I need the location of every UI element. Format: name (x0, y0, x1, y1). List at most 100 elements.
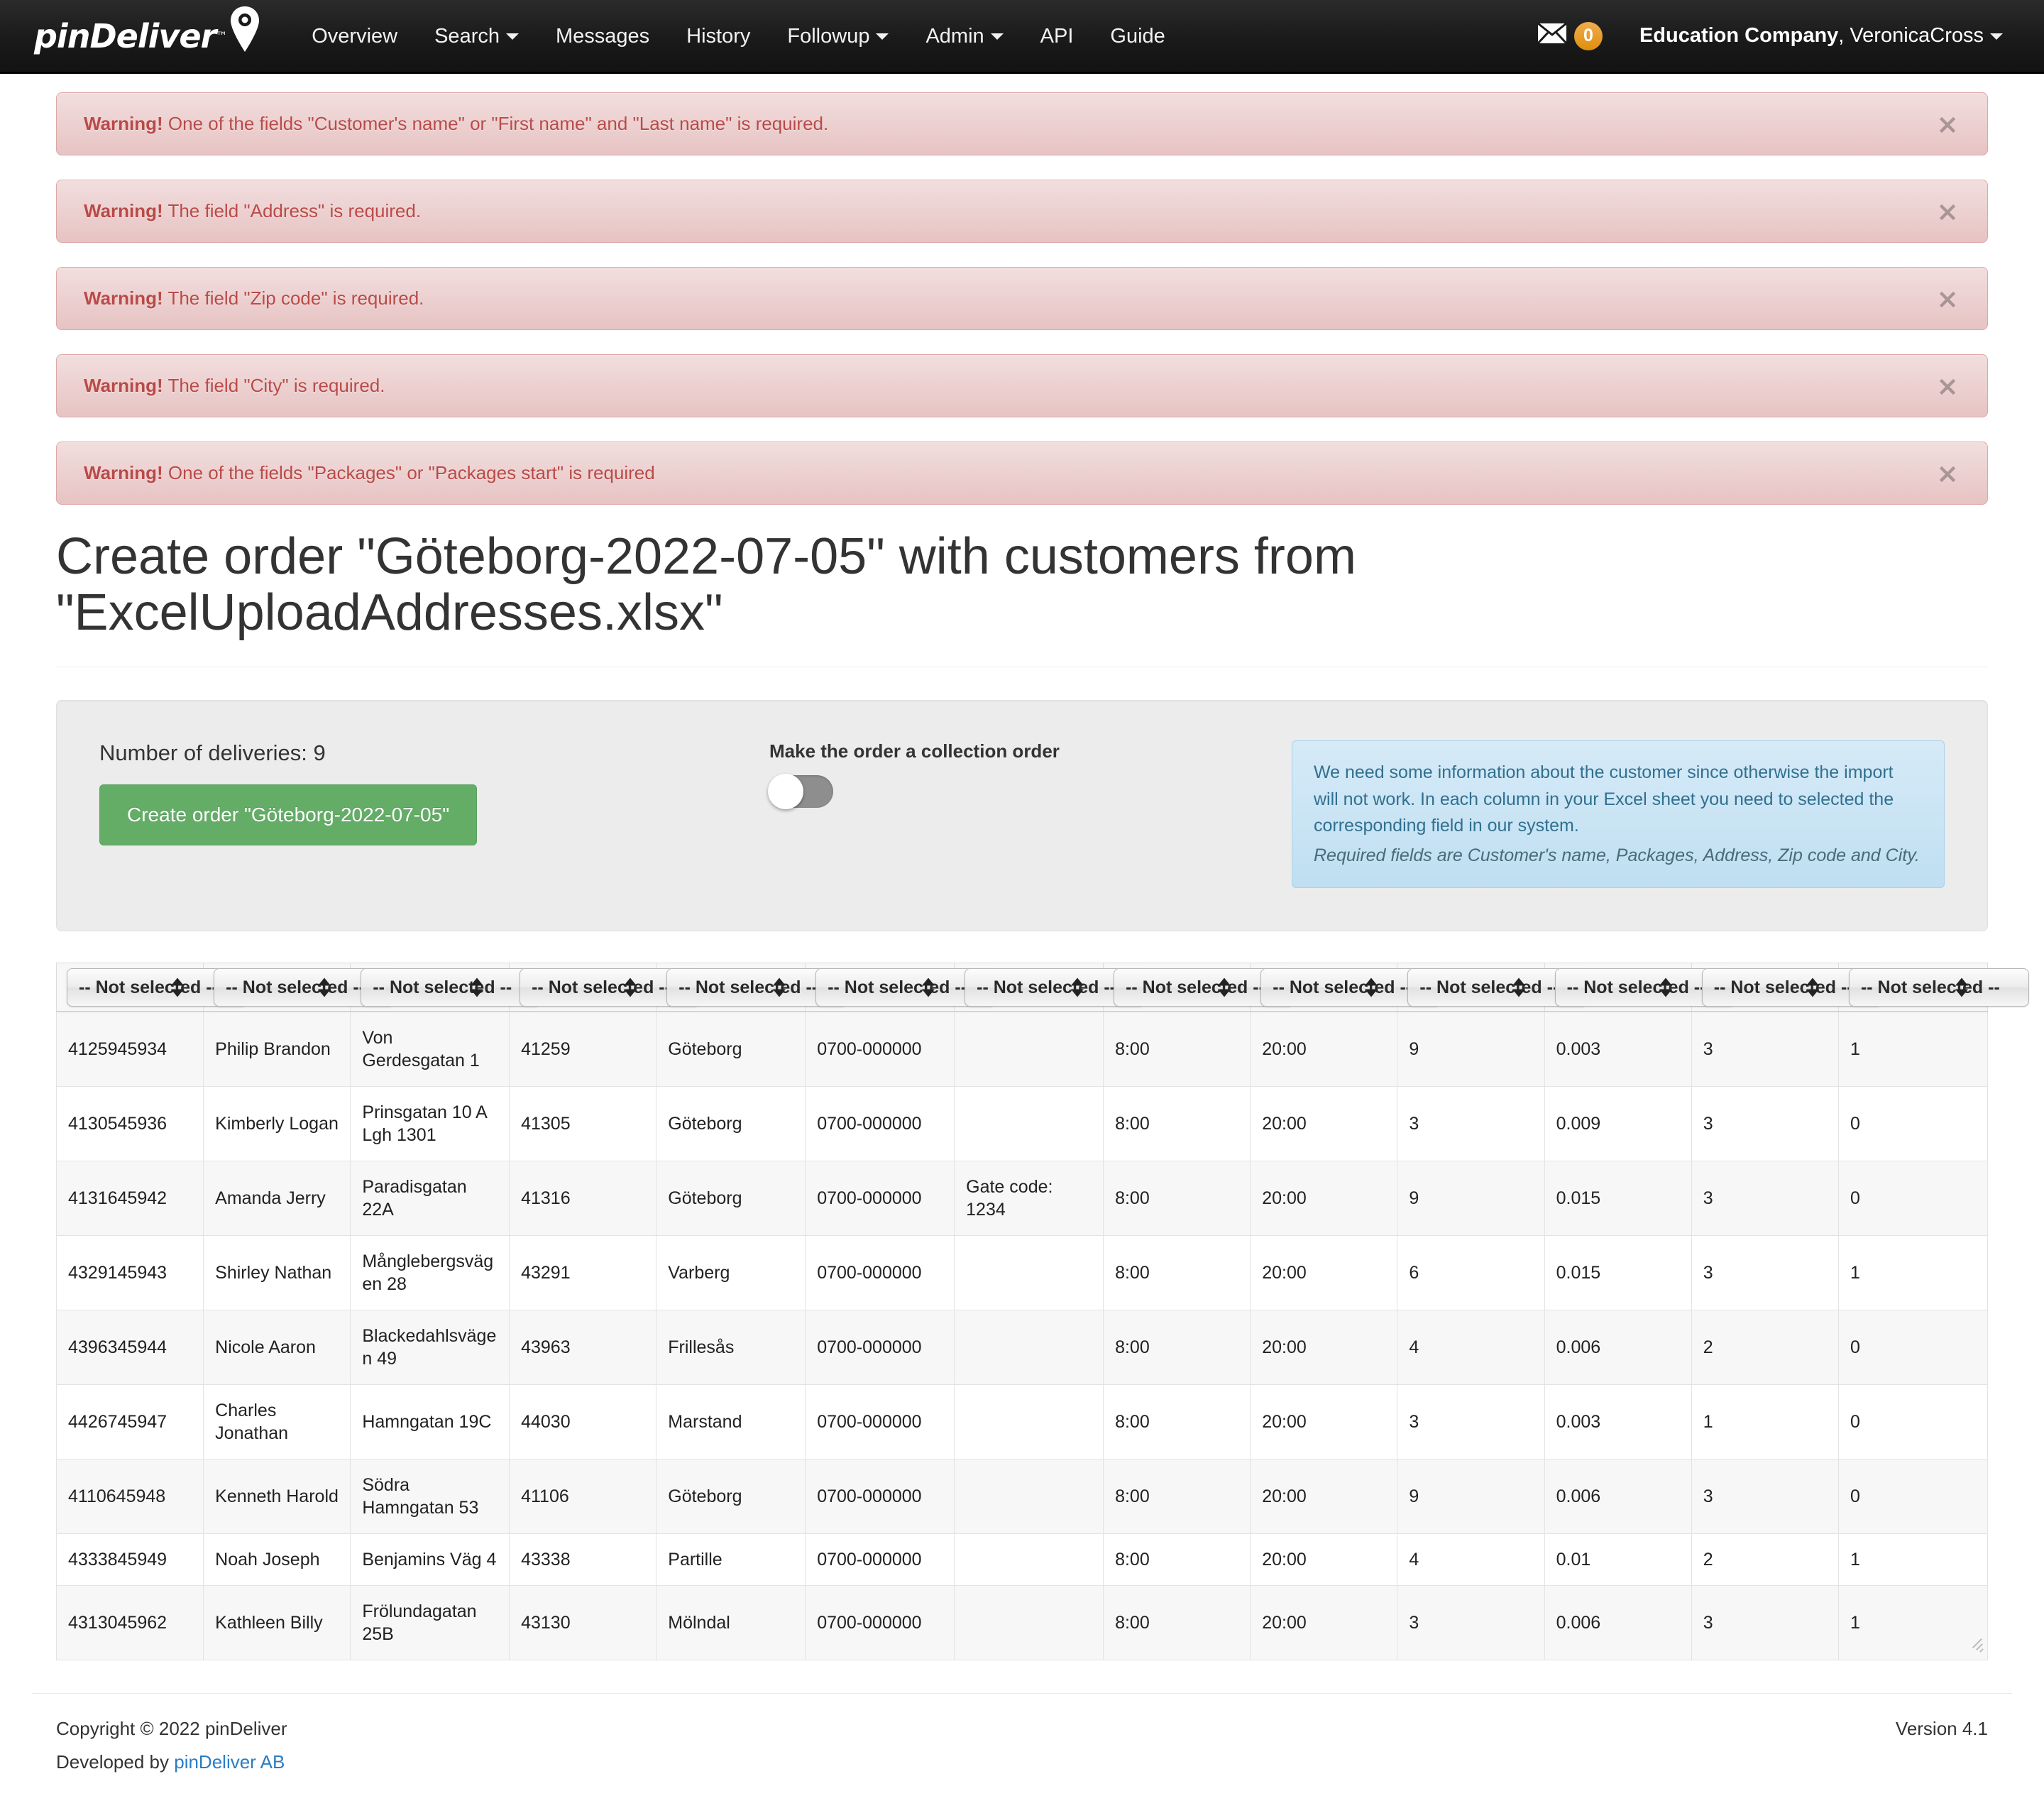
alert-strong: Warning! (84, 113, 163, 134)
map-pin-icon (229, 5, 260, 58)
alert-customer-name: Warning! One of the fields "Customer's n… (56, 92, 1988, 155)
panel-middle-column: Make the order a collection order (752, 740, 1292, 810)
navbar-right: 0 Education Company, VeronicaCross (1523, 0, 2011, 72)
nav-label: Overview (312, 24, 398, 48)
cell: Prinsgatan 10 A Lgh 1301 (350, 1086, 510, 1162)
cell: Göteborg (656, 1011, 806, 1088)
cell: 20:00 (1250, 1086, 1398, 1162)
cell (954, 1310, 1104, 1386)
alert-strong: Warning! (84, 462, 163, 483)
cell: 8:00 (1103, 1459, 1251, 1535)
collection-order-toggle[interactable] (768, 774, 833, 810)
cell: 4130545936 (55, 1086, 204, 1162)
cell: 0.015 (1544, 1161, 1692, 1237)
close-icon[interactable]: × (1936, 285, 1959, 312)
cell: Varberg (656, 1235, 806, 1311)
alert-text: One of the fields "Packages" or "Package… (163, 462, 655, 483)
cell: 0 (1837, 1086, 1989, 1162)
cell: Kimberly Logan (203, 1086, 351, 1162)
cell: Södra Hamngatan 53 (350, 1459, 510, 1535)
envelope-icon (1537, 22, 1568, 49)
alert-text: The field "Address" is required. (163, 200, 422, 221)
cell: 43338 (509, 1533, 657, 1587)
close-icon[interactable]: × (1936, 373, 1959, 400)
cell: 8:00 (1103, 1011, 1251, 1088)
main-container: Warning! One of the fields "Customer's n… (32, 74, 2029, 1661)
alert-text: The field "Zip code" is required. (163, 287, 424, 309)
cell: 20:00 (1250, 1011, 1398, 1088)
cell: 1 (1691, 1384, 1839, 1460)
nav-item-api[interactable]: API (1022, 0, 1092, 73)
nav-item-admin[interactable]: Admin (907, 0, 1021, 73)
chevron-down-icon (1990, 33, 2003, 40)
cell: 0700-000000 (805, 1585, 955, 1661)
table-row: 4329145943 Shirley Nathan Månglebergsvägen… (55, 1235, 1989, 1311)
user-menu[interactable]: Education Company, VeronicaCross (1617, 24, 2011, 48)
nav-item-overview[interactable]: Overview (293, 0, 416, 73)
cell: 3 (1691, 1235, 1839, 1311)
import-table-wrapper: -- Not selected -- -- Not selected -- --… (55, 963, 2029, 1661)
cell: Gate code: 1234 (954, 1161, 1104, 1237)
nav-item-search[interactable]: Search (416, 0, 537, 73)
cell: 3 (1397, 1585, 1545, 1661)
nav-item-guide[interactable]: Guide (1092, 0, 1183, 73)
cell: Blackedahlsvägen 49 (350, 1310, 510, 1386)
page-title: Create order "Göteborg-2022-07-05" with … (56, 528, 1988, 668)
cell: Partille (656, 1533, 806, 1587)
messages-indicator[interactable]: 0 (1523, 21, 1617, 50)
close-icon[interactable]: × (1936, 111, 1959, 138)
cell: Frölundagatan 25B (350, 1585, 510, 1661)
nav-item-history[interactable]: History (668, 0, 769, 73)
column-header-7: -- Not selected -- (1103, 963, 1294, 1013)
close-icon[interactable]: × (1936, 460, 1959, 487)
cell (954, 1384, 1104, 1460)
cell: Nicole Aaron (203, 1310, 351, 1386)
table-row: 4110645948 Kenneth Harold Södra Hamngatan … (55, 1459, 1989, 1535)
cell: Noah Joseph (203, 1533, 351, 1587)
create-order-button[interactable]: Create order "Göteborg-2022-07-05" (99, 784, 478, 846)
nav-links: Overview Search Messages History Followu… (293, 0, 1184, 72)
cell: 0.015 (1544, 1235, 1692, 1311)
alert-text: One of the fields "Customer's name" or "… (163, 113, 829, 134)
cell: 1 (1837, 1533, 1989, 1587)
cell: 43963 (509, 1310, 657, 1386)
alert-strong: Warning! (84, 287, 163, 309)
panel-left-column: Number of deliveries: 9 Create order "Gö… (99, 740, 752, 846)
import-table: -- Not selected -- -- Not selected -- --… (55, 963, 2029, 1661)
brand-logo[interactable]: pinDeliver ™ (34, 6, 260, 58)
cell: 3 (1691, 1086, 1839, 1162)
cell: 0.01 (1544, 1533, 1692, 1587)
cell: 20:00 (1250, 1161, 1398, 1237)
cell: 41106 (509, 1459, 657, 1535)
cell: Göteborg (656, 1161, 806, 1237)
nav-item-followup[interactable]: Followup (769, 0, 907, 73)
pindeliver-ab-link[interactable]: pinDeliver AB (174, 1751, 285, 1773)
cell: 41316 (509, 1161, 657, 1237)
nav-item-messages[interactable]: Messages (537, 0, 668, 73)
cell: 20:00 (1250, 1533, 1398, 1587)
nav-label: Followup (787, 24, 870, 48)
cell: 9 (1397, 1011, 1545, 1088)
field-select-12[interactable]: -- Not selected -- (1848, 968, 2029, 1007)
alert-address: Warning! The field "Address" is required… (56, 180, 1988, 243)
cell: 3 (1691, 1459, 1839, 1535)
cell: Frillesås (656, 1310, 806, 1386)
cell: 0 (1837, 1310, 1989, 1386)
field-select-2[interactable]: -- Not selected -- (361, 968, 542, 1007)
cell: 0 (1837, 1384, 1989, 1460)
table-row: 4426745947 Charles Jonathan Hamngatan 19C 4… (55, 1384, 1989, 1460)
top-navbar: pinDeliver ™ Overview Search Messages His… (0, 0, 2044, 74)
import-table-head: -- Not selected -- -- Not selected -- --… (55, 963, 2029, 1013)
cell: 0700-000000 (805, 1235, 955, 1311)
footer-developed-prefix: Developed by (56, 1751, 175, 1773)
chevron-down-icon (505, 33, 519, 40)
cell: Mölndal (656, 1585, 806, 1661)
footer-version: Version 4.1 (1895, 1718, 1988, 1740)
panel-right-column: We need some information about the custo… (1292, 740, 1945, 889)
column-header-4: -- Not selected -- (656, 963, 847, 1013)
footer-copyright: Copyright © 2022 pinDeliver (56, 1718, 287, 1740)
brand-trademark: ™ (216, 29, 227, 43)
cell: 0700-000000 (805, 1533, 955, 1587)
close-icon[interactable]: × (1936, 198, 1959, 225)
info-text: We need some information about the custo… (1314, 762, 1894, 836)
